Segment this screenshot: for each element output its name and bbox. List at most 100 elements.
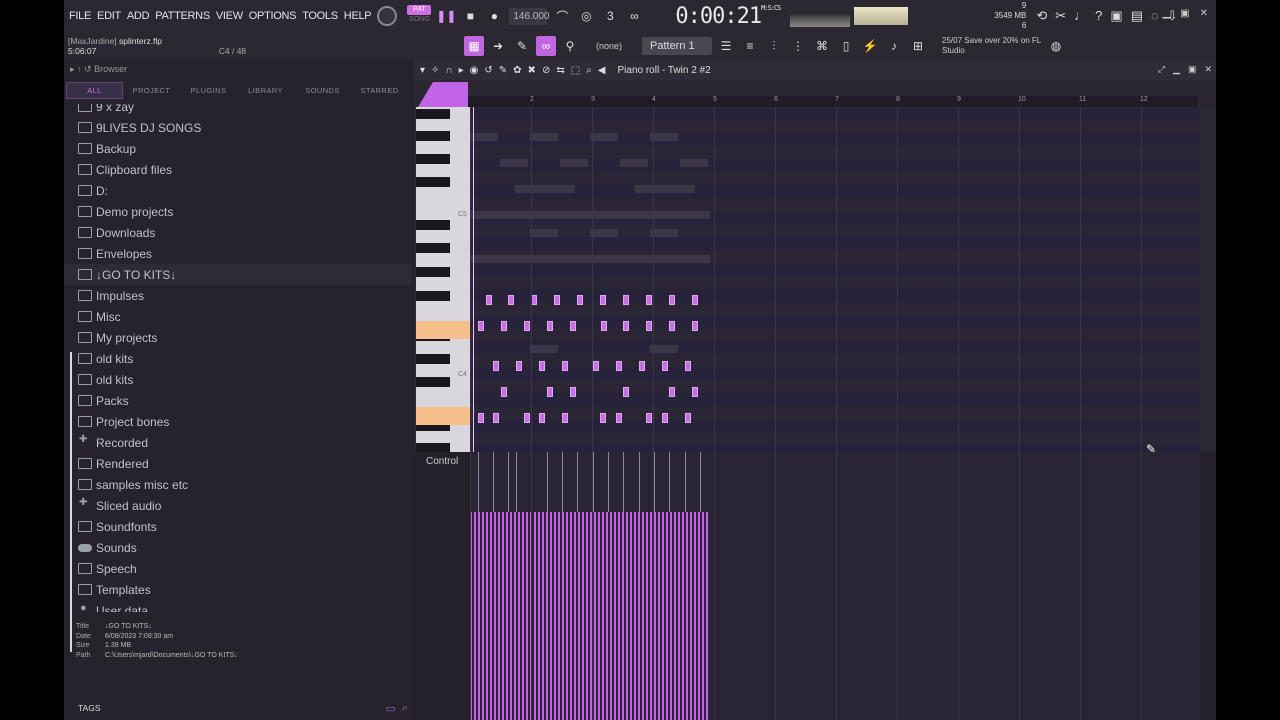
menu-help[interactable]: HELP bbox=[344, 10, 372, 22]
menu-options[interactable]: OPTIONS bbox=[249, 10, 297, 22]
velocity-bar[interactable] bbox=[686, 512, 688, 720]
note[interactable] bbox=[601, 321, 607, 331]
countdown-icon[interactable]: 3 bbox=[601, 7, 619, 25]
black-key[interactable] bbox=[416, 220, 450, 230]
note[interactable] bbox=[662, 413, 668, 423]
velocity-handle[interactable] bbox=[478, 452, 479, 512]
note[interactable] bbox=[692, 387, 698, 397]
channel-rack-icon[interactable]: ≡ bbox=[740, 36, 760, 56]
black-key[interactable] bbox=[416, 131, 450, 141]
note[interactable] bbox=[577, 295, 583, 305]
black-key[interactable] bbox=[416, 109, 450, 119]
velocity-bar[interactable] bbox=[674, 512, 676, 720]
velocity-bar[interactable] bbox=[646, 512, 648, 720]
menu-tools[interactable]: TOOLS bbox=[302, 10, 338, 22]
note[interactable] bbox=[501, 321, 507, 331]
stamp-icon[interactable]: ⚲ bbox=[560, 36, 580, 56]
browser-item[interactable]: User data bbox=[64, 600, 412, 612]
render-icon[interactable]: ▤ bbox=[1131, 8, 1143, 24]
velocity-bar[interactable] bbox=[546, 512, 548, 720]
velocity-bar[interactable] bbox=[482, 512, 484, 720]
velocity-bar[interactable] bbox=[618, 512, 620, 720]
mute-tool-icon[interactable]: ⊘ bbox=[542, 65, 550, 76]
velocity-handle[interactable] bbox=[700, 452, 701, 512]
note[interactable] bbox=[486, 295, 492, 305]
snap-selector[interactable]: (none) bbox=[584, 41, 634, 51]
velocity-bar[interactable] bbox=[678, 512, 680, 720]
browser-item[interactable]: Soundfonts bbox=[64, 516, 412, 537]
velocity-bar[interactable] bbox=[558, 512, 560, 720]
note[interactable] bbox=[593, 361, 599, 371]
velocity-bar[interactable] bbox=[598, 512, 600, 720]
record-icon[interactable]: ● bbox=[485, 7, 503, 25]
velocity-bar[interactable] bbox=[534, 512, 536, 720]
plugin-icon[interactable]: ⌘ bbox=[812, 36, 832, 56]
browser-item[interactable]: Rendered bbox=[64, 453, 412, 474]
save-icon[interactable]: ▣ bbox=[1110, 8, 1122, 24]
velocity-bar[interactable] bbox=[614, 512, 616, 720]
news-panel[interactable]: 25/07 Save over 20% on FL Studio bbox=[942, 36, 1042, 56]
velocity-handle[interactable] bbox=[608, 452, 609, 512]
note[interactable] bbox=[646, 321, 652, 331]
velocity-bar[interactable] bbox=[606, 512, 608, 720]
select-tool-icon[interactable]: ⬚ bbox=[571, 65, 580, 76]
chat-icon[interactable]: ◌ bbox=[1151, 8, 1159, 24]
note[interactable] bbox=[623, 387, 629, 397]
tab-all[interactable]: ALL bbox=[66, 81, 123, 99]
velocity-bar[interactable] bbox=[514, 512, 516, 720]
velocity-bar[interactable] bbox=[518, 512, 520, 720]
song-time-display[interactable]: 0:00:21M:S:CS bbox=[675, 4, 781, 29]
close-icon[interactable]: ✕ bbox=[1200, 8, 1208, 19]
velocity-handle[interactable] bbox=[685, 452, 686, 512]
note[interactable] bbox=[685, 413, 691, 423]
step-seq-icon[interactable]: ⋮ bbox=[788, 36, 808, 56]
browser-item[interactable]: old kits bbox=[64, 369, 412, 390]
note[interactable] bbox=[616, 413, 622, 423]
magnet-icon[interactable]: ∩ bbox=[445, 65, 452, 76]
slip-tool-icon[interactable]: ⇆ bbox=[556, 65, 564, 76]
velocity-handle[interactable] bbox=[654, 452, 655, 512]
velocity-bar[interactable] bbox=[610, 512, 612, 720]
note[interactable] bbox=[662, 361, 668, 371]
note[interactable] bbox=[554, 295, 560, 305]
velocity-bar[interactable] bbox=[490, 512, 492, 720]
browser-item[interactable]: Packs bbox=[64, 390, 412, 411]
velocity-bar[interactable] bbox=[486, 512, 488, 720]
velocity-bar[interactable] bbox=[650, 512, 652, 720]
note[interactable] bbox=[508, 295, 514, 305]
browser-item[interactable]: samples misc etc bbox=[64, 474, 412, 495]
mic-icon[interactable]: ♩ bbox=[1074, 8, 1087, 24]
control-selector[interactable]: Control bbox=[426, 456, 458, 467]
browser-item[interactable]: Sounds bbox=[64, 537, 412, 558]
note[interactable] bbox=[562, 413, 568, 423]
playlist-icon[interactable]: ☰ bbox=[716, 36, 736, 56]
browser-item[interactable]: Recorded bbox=[64, 432, 412, 453]
note[interactable] bbox=[646, 295, 652, 305]
velocity-bar[interactable] bbox=[694, 512, 696, 720]
velocity-bar[interactable] bbox=[702, 512, 704, 720]
maximize-icon[interactable]: ▣ bbox=[1180, 8, 1189, 19]
wait-record-icon[interactable]: ◎ bbox=[577, 7, 595, 25]
piano-roll-view-icon[interactable]: ▦ bbox=[464, 36, 484, 56]
pat-mode[interactable]: PAT bbox=[407, 5, 432, 15]
cut-icon[interactable]: ✂ bbox=[1055, 8, 1066, 24]
note[interactable] bbox=[600, 413, 606, 423]
browser-item[interactable]: 9 x zay bbox=[64, 104, 412, 117]
note[interactable] bbox=[669, 321, 675, 331]
velocity-bar[interactable] bbox=[570, 512, 572, 720]
note[interactable] bbox=[570, 387, 576, 397]
paint-tool-icon[interactable]: ✿ bbox=[513, 65, 521, 76]
velocity-handle[interactable] bbox=[669, 452, 670, 512]
velocity-bar[interactable] bbox=[502, 512, 504, 720]
browser-scrollbar[interactable] bbox=[70, 352, 72, 652]
menu-view[interactable]: VIEW bbox=[216, 10, 243, 22]
tab-sounds[interactable]: SOUNDS bbox=[294, 86, 351, 95]
tune-icon[interactable]: ♪ bbox=[884, 36, 904, 56]
velocity-bar[interactable] bbox=[582, 512, 584, 720]
pr-close-icon[interactable]: ✕ bbox=[1204, 64, 1212, 75]
pen-icon[interactable]: ✎ bbox=[512, 36, 532, 56]
tab-plugins[interactable]: PLUGINS bbox=[180, 86, 237, 95]
velocity-handle[interactable] bbox=[639, 452, 640, 512]
note[interactable] bbox=[623, 321, 629, 331]
velocity-bar[interactable] bbox=[630, 512, 632, 720]
